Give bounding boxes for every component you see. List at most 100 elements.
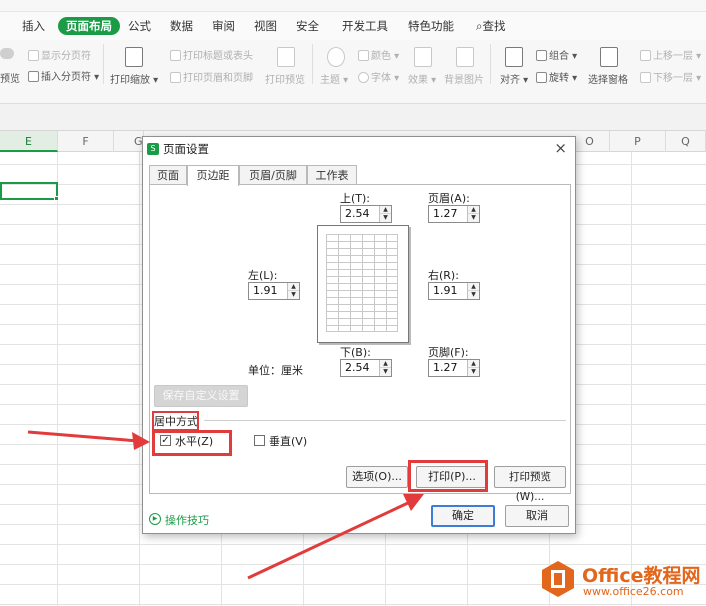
send-backward-button[interactable]: 下移一层 ▾ bbox=[640, 69, 701, 84]
group-icon bbox=[536, 50, 547, 61]
selection-pane-label: 选择窗格 bbox=[588, 75, 628, 86]
tab-page-layout[interactable]: 页面布局 bbox=[58, 17, 120, 35]
tab-margins[interactable]: 页边距 bbox=[187, 165, 239, 186]
top-margin-label: 上(T): bbox=[340, 192, 371, 205]
effects-button[interactable]: 效果 ▾ bbox=[408, 71, 436, 86]
tab-features[interactable]: 特色功能 bbox=[404, 17, 458, 35]
header-margin-stepper[interactable]: 1.27 ▲ ▼ bbox=[428, 205, 480, 223]
tab-formulas[interactable]: 公式 bbox=[124, 17, 155, 35]
top-margin-value: 2.54 bbox=[345, 207, 370, 220]
header-margin-value: 1.27 bbox=[433, 207, 458, 220]
column-header-f[interactable]: F bbox=[58, 131, 114, 152]
print-header-footer-button[interactable]: 打印页眉和页脚 bbox=[170, 69, 253, 84]
background-image-button[interactable]: 背景图片 bbox=[444, 71, 484, 86]
bring-forward-label: 上移一层 bbox=[653, 51, 693, 62]
fonts-label: 字体 bbox=[371, 73, 391, 84]
tab-insert[interactable]: 插入 bbox=[18, 17, 49, 35]
dialog-title-bar[interactable]: S 页面设置 × bbox=[143, 137, 575, 161]
title-bar-strip bbox=[0, 0, 706, 12]
tips-link[interactable]: 操作技巧 bbox=[165, 512, 209, 528]
cancel-button[interactable]: 取消 bbox=[505, 505, 569, 527]
theme-button[interactable]: 主题 ▾ bbox=[320, 71, 348, 86]
tab-sheet[interactable]: 工作表 bbox=[307, 165, 357, 185]
insert-page-break-label: 插入分页符 bbox=[41, 72, 91, 83]
spin-up-icon[interactable]: ▲ bbox=[468, 283, 479, 291]
colors-icon bbox=[358, 50, 369, 61]
selection-pane-button[interactable]: 选择窗格 bbox=[588, 71, 628, 86]
vertical-checkbox[interactable] bbox=[254, 435, 265, 446]
bottom-margin-stepper[interactable]: 2.54 ▲ ▼ bbox=[340, 359, 392, 377]
column-header-p[interactable]: P bbox=[610, 131, 666, 152]
print-preview-ribbon-button[interactable]: 打印预览 bbox=[265, 71, 305, 86]
spin-up-icon[interactable]: ▲ bbox=[380, 206, 391, 214]
preview-button[interactable]: 预览 bbox=[0, 70, 20, 85]
fill-handle[interactable] bbox=[54, 196, 59, 201]
tab-security[interactable]: 安全 bbox=[292, 17, 323, 35]
top-margin-stepper[interactable]: 2.54 ▲ ▼ bbox=[340, 205, 392, 223]
spin-up-icon[interactable]: ▲ bbox=[468, 360, 479, 368]
tab-page[interactable]: 页面 bbox=[149, 165, 187, 185]
group-button[interactable]: 组合 ▾ bbox=[536, 47, 577, 62]
tab-view[interactable]: 视图 bbox=[250, 17, 281, 35]
right-margin-value: 1.91 bbox=[433, 284, 458, 297]
spin-down-icon[interactable]: ▼ bbox=[380, 214, 391, 222]
ribbon-toolbar: 显示分页符 预览 插入分页符 ▾ 打印缩放 ▾ 打印标题或表头 打印页眉和页脚 … bbox=[0, 40, 706, 104]
tab-developer[interactable]: 开发工具 bbox=[338, 17, 392, 35]
align-button[interactable]: 对齐 ▾ bbox=[500, 71, 528, 86]
column-header-q[interactable]: Q bbox=[666, 131, 706, 152]
theme-icon bbox=[327, 47, 345, 67]
tab-data[interactable]: 数据 bbox=[166, 17, 197, 35]
spin-down-icon[interactable]: ▼ bbox=[468, 291, 479, 299]
bring-forward-icon bbox=[640, 50, 651, 61]
group-label: 组合 bbox=[549, 51, 569, 62]
align-icon bbox=[505, 47, 523, 67]
colors-button[interactable]: 颜色 ▾ bbox=[358, 47, 399, 62]
footer-margin-value: 1.27 bbox=[433, 361, 458, 374]
insert-page-break-button[interactable]: 插入分页符 ▾ bbox=[28, 68, 99, 83]
spin-down-icon[interactable]: ▼ bbox=[468, 368, 479, 376]
effects-label: 效果 bbox=[408, 75, 428, 86]
page-break-icon bbox=[28, 71, 39, 82]
spin-up-icon[interactable]: ▲ bbox=[288, 283, 299, 291]
footer-margin-stepper[interactable]: 1.27 ▲ ▼ bbox=[428, 359, 480, 377]
close-icon[interactable]: × bbox=[554, 139, 567, 157]
ok-button[interactable]: 确定 bbox=[431, 505, 495, 527]
left-margin-label: 左(L): bbox=[248, 269, 278, 282]
bring-forward-button[interactable]: 上移一层 ▾ bbox=[640, 47, 701, 62]
tab-header-footer[interactable]: 页眉/页脚 bbox=[239, 165, 307, 185]
office-logo-icon bbox=[542, 561, 574, 597]
show-page-breaks-checkbox[interactable]: 显示分页符 bbox=[28, 47, 91, 62]
highlight-center-label bbox=[152, 411, 199, 431]
background-image-label: 背景图片 bbox=[444, 75, 484, 86]
save-custom-settings-button[interactable]: 保存自定义设置(S) bbox=[154, 385, 248, 422]
fonts-button[interactable]: 字体 ▾ bbox=[358, 69, 399, 84]
column-header-g[interactable]: G bbox=[114, 131, 144, 152]
print-header-footer-icon bbox=[170, 72, 181, 83]
app-logo-icon: S bbox=[147, 143, 159, 155]
right-margin-stepper[interactable]: 1.91 ▲ ▼ bbox=[428, 282, 480, 300]
spin-up-icon[interactable]: ▲ bbox=[468, 206, 479, 214]
rotate-button[interactable]: 旋转 ▾ bbox=[536, 69, 577, 84]
highlight-horizontal bbox=[152, 430, 232, 456]
unit-label: 单位：厘米 bbox=[248, 364, 303, 377]
toolbar-separator bbox=[312, 44, 313, 84]
toolbar-separator bbox=[103, 44, 104, 84]
spin-down-icon[interactable]: ▼ bbox=[468, 214, 479, 222]
rotate-icon bbox=[536, 72, 547, 83]
left-margin-stepper[interactable]: 1.91 ▲ ▼ bbox=[248, 282, 300, 300]
column-header-o[interactable]: O bbox=[570, 131, 610, 152]
column-header-e[interactable]: E bbox=[0, 131, 58, 152]
print-scale-button[interactable]: 打印缩放 ▾ bbox=[110, 71, 158, 86]
vertical-label[interactable]: 垂直(V) bbox=[269, 433, 307, 449]
selected-cell[interactable] bbox=[0, 182, 58, 200]
spin-up-icon[interactable]: ▲ bbox=[380, 360, 391, 368]
preview-toggle-icon[interactable] bbox=[0, 48, 16, 60]
tab-review[interactable]: 审阅 bbox=[208, 17, 239, 35]
search-tab[interactable]: ⌕查找 bbox=[472, 17, 509, 35]
spin-down-icon[interactable]: ▼ bbox=[380, 368, 391, 376]
print-titles-button[interactable]: 打印标题或表头 bbox=[170, 47, 253, 62]
page-preview bbox=[317, 225, 409, 343]
spin-down-icon[interactable]: ▼ bbox=[288, 291, 299, 299]
print-preview-button[interactable]: 打印预览(W)... bbox=[494, 466, 566, 503]
options-button[interactable]: 选项(O)... bbox=[346, 466, 408, 488]
